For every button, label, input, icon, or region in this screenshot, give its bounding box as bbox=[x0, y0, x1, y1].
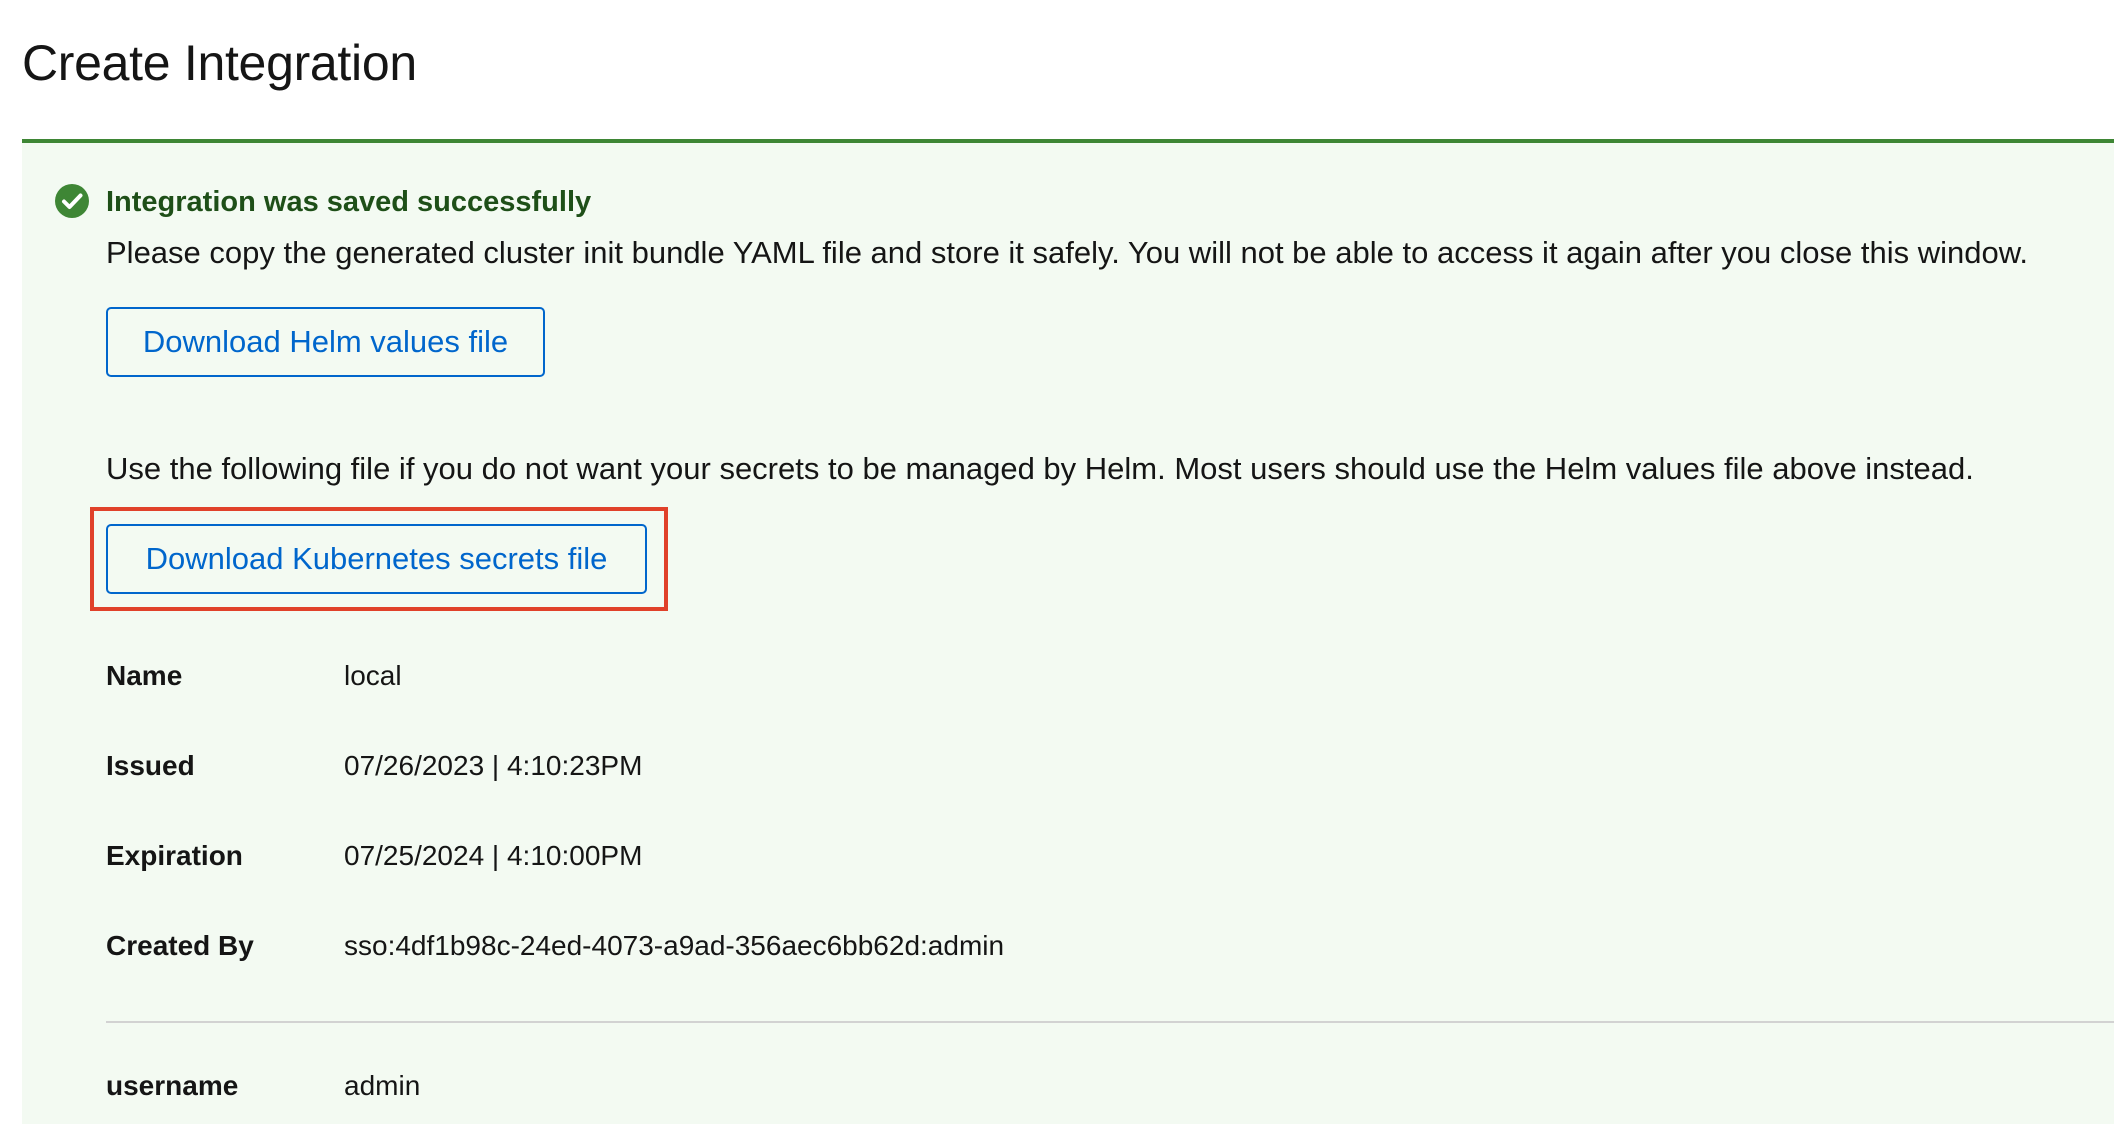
check-circle-icon bbox=[55, 184, 89, 218]
detail-term: Name bbox=[106, 660, 183, 691]
details-divider bbox=[106, 1021, 2114, 1023]
detail-value: admin bbox=[344, 1070, 421, 1101]
detail-term: Created By bbox=[106, 930, 254, 961]
download-helm-values-button[interactable]: Download Helm values file bbox=[106, 307, 545, 377]
alert-note-text: Use the following file if you do not wan… bbox=[106, 451, 1974, 486]
alert-title: Integration was saved successfully bbox=[106, 186, 592, 218]
detail-term: username bbox=[106, 1070, 239, 1101]
success-alert: Integration was saved successfully Pleas… bbox=[22, 139, 2114, 1124]
detail-value: local bbox=[344, 660, 402, 691]
page-title: Create Integration bbox=[22, 35, 417, 91]
download-kubernetes-secrets-button[interactable]: Download Kubernetes secrets file bbox=[106, 524, 647, 594]
detail-value: 07/25/2024 | 4:10:00PM bbox=[344, 840, 643, 871]
detail-term: Issued bbox=[106, 750, 195, 781]
alert-intro-text: Please copy the generated cluster init b… bbox=[106, 235, 2028, 270]
detail-term: Expiration bbox=[106, 840, 243, 871]
detail-value: sso:4df1b98c-24ed-4073-a9ad-356aec6bb62d… bbox=[344, 930, 1005, 961]
detail-value: 07/26/2023 | 4:10:23PM bbox=[344, 750, 643, 781]
